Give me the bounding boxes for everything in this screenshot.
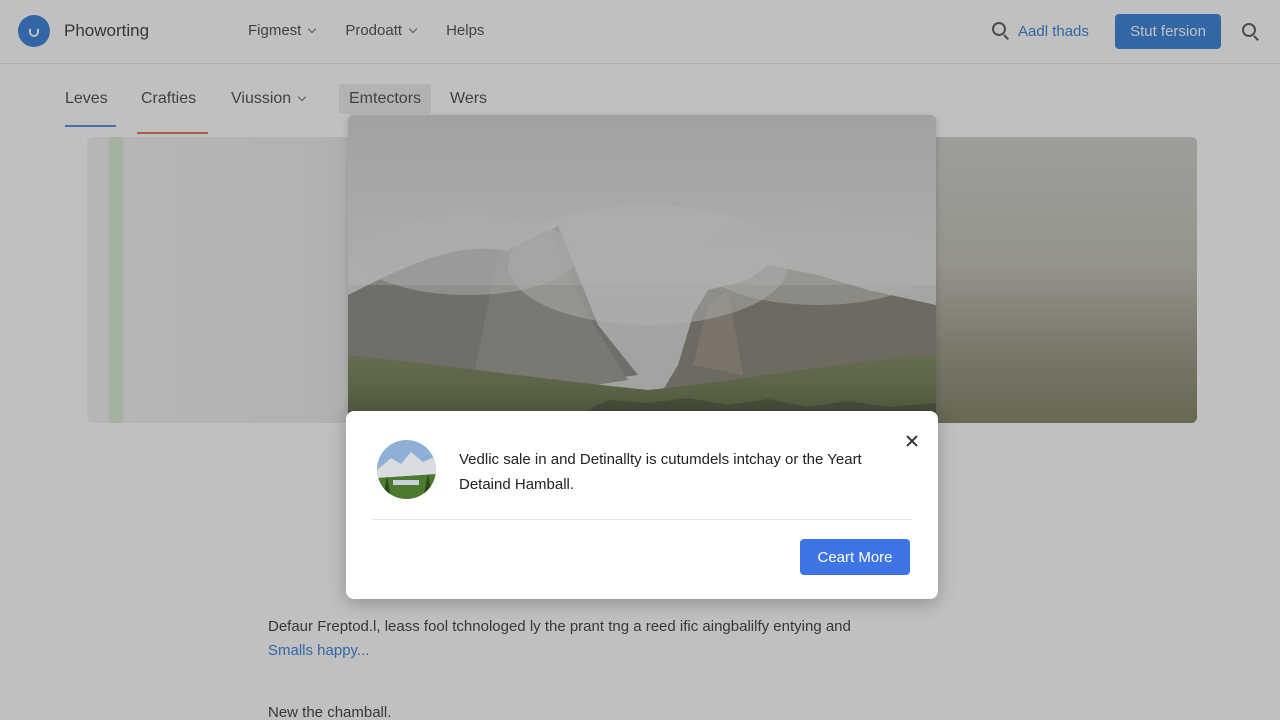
modal-dialog: Vedlic sale in and Detinallty is cutumde… bbox=[346, 411, 938, 599]
learn-more-button[interactable]: Ceart More bbox=[800, 539, 910, 575]
close-icon[interactable] bbox=[901, 430, 923, 452]
modal-overlay[interactable] bbox=[0, 0, 1280, 720]
dialog-message: Vedlic sale in and Detinallty is cutumde… bbox=[459, 451, 862, 493]
dialog-divider bbox=[372, 519, 912, 520]
avatar bbox=[377, 440, 436, 499]
